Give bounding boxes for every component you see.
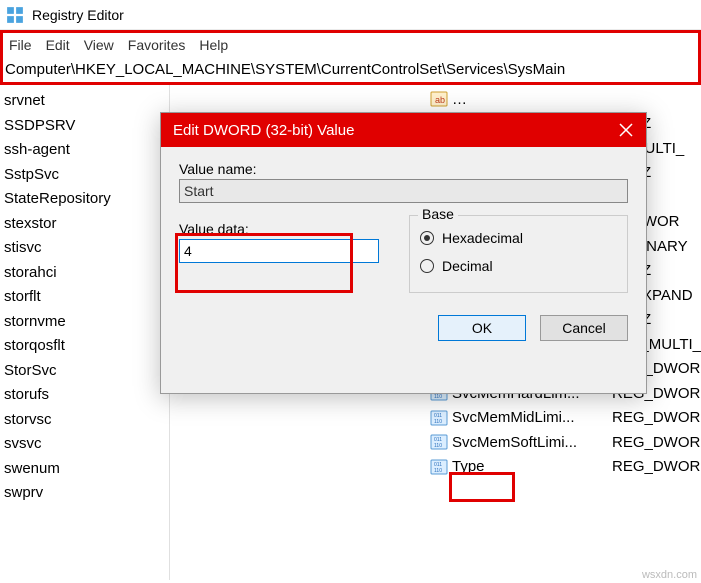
window-title: Registry Editor	[32, 7, 124, 23]
binary-icon: 011110	[430, 433, 448, 451]
value-row[interactable]: 011110SvcMemMidLimi...REG_DWOR	[170, 406, 701, 431]
tree-node[interactable]: StorSvc	[4, 359, 169, 384]
tree-node[interactable]: SSDPSRV	[4, 114, 169, 139]
binary-icon: 011110	[430, 409, 448, 427]
value-row[interactable]: ab …	[170, 87, 701, 112]
dialog-buttons: OK Cancel	[179, 315, 628, 341]
dialog-title: Edit DWORD (32-bit) Value	[173, 122, 354, 139]
value-name-input	[179, 179, 628, 203]
svg-text:110: 110	[434, 419, 442, 425]
window-titlebar: Registry Editor	[0, 0, 701, 30]
address-input[interactable]	[3, 56, 698, 82]
highlight-start-value	[449, 472, 515, 502]
tree-node[interactable]: storvsc	[4, 408, 169, 433]
tree-node[interactable]: storqosflt	[4, 334, 169, 359]
value-type: REG_DWOR	[612, 409, 700, 426]
ok-button[interactable]: OK	[438, 315, 526, 341]
tree-node[interactable]: ssh-agent	[4, 138, 169, 163]
radio-dec-indicator	[420, 259, 434, 273]
value-name: SvcMemSoftLimi...	[452, 434, 612, 451]
tree-node[interactable]: StateRepository	[4, 187, 169, 212]
regedit-icon	[6, 6, 24, 24]
string-icon: ab	[430, 90, 448, 108]
menu-edit[interactable]: Edit	[46, 37, 70, 53]
address-bar	[0, 56, 701, 85]
value-name: …	[452, 91, 612, 108]
close-icon[interactable]	[618, 122, 634, 138]
value-type: REG_DWOR	[612, 458, 700, 475]
radio-hex-label: Hexadecimal	[442, 230, 523, 246]
svg-text:110: 110	[434, 394, 442, 400]
radio-hex-indicator	[420, 231, 434, 245]
key-tree[interactable]: srvnetSSDPSRVssh-agentSstpSvcStateReposi…	[0, 85, 170, 580]
radio-dec-label: Decimal	[442, 258, 493, 274]
radio-hex[interactable]: Hexadecimal	[420, 226, 617, 250]
radio-dec[interactable]: Decimal	[420, 254, 617, 278]
highlight-value-data	[175, 233, 353, 293]
tree-node[interactable]: storufs	[4, 383, 169, 408]
tree-node[interactable]: storflt	[4, 285, 169, 310]
value-type: REG_DWOR	[612, 434, 700, 451]
menu-view[interactable]: View	[84, 37, 114, 53]
edit-dword-dialog: Edit DWORD (32-bit) Value Value name: Va…	[160, 112, 647, 394]
value-row[interactable]: 011110SvcMemSoftLimi...REG_DWOR	[170, 430, 701, 455]
base-fieldset: Base Hexadecimal Decimal	[409, 215, 628, 293]
dialog-titlebar: Edit DWORD (32-bit) Value	[161, 113, 646, 147]
menu-file[interactable]: File	[9, 37, 32, 53]
base-label: Base	[418, 206, 458, 222]
svg-text:110: 110	[434, 443, 442, 449]
cancel-button[interactable]: Cancel	[540, 315, 628, 341]
tree-node[interactable]: stornvme	[4, 310, 169, 335]
tree-node[interactable]: srvnet	[4, 89, 169, 114]
tree-node[interactable]: swenum	[4, 457, 169, 482]
tree-node[interactable]: stisvc	[4, 236, 169, 261]
menu-bar: File Edit View Favorites Help	[0, 30, 701, 56]
tree-node[interactable]: SstpSvc	[4, 163, 169, 188]
menu-help[interactable]: Help	[199, 37, 228, 53]
value-name: SvcMemMidLimi...	[452, 409, 612, 426]
value-row[interactable]: 011110TypeREG_DWOR	[170, 455, 701, 480]
tree-node[interactable]: swprv	[4, 481, 169, 506]
value-name-label: Value name:	[179, 161, 628, 177]
tree-node[interactable]: storahci	[4, 261, 169, 286]
watermark: wsxdn.com	[642, 569, 697, 581]
svg-text:110: 110	[434, 468, 442, 474]
binary-icon: 011110	[430, 458, 448, 476]
tree-node[interactable]: stexstor	[4, 212, 169, 237]
svg-text:ab: ab	[435, 95, 445, 105]
menu-favorites[interactable]: Favorites	[128, 37, 186, 53]
tree-node[interactable]: svsvc	[4, 432, 169, 457]
